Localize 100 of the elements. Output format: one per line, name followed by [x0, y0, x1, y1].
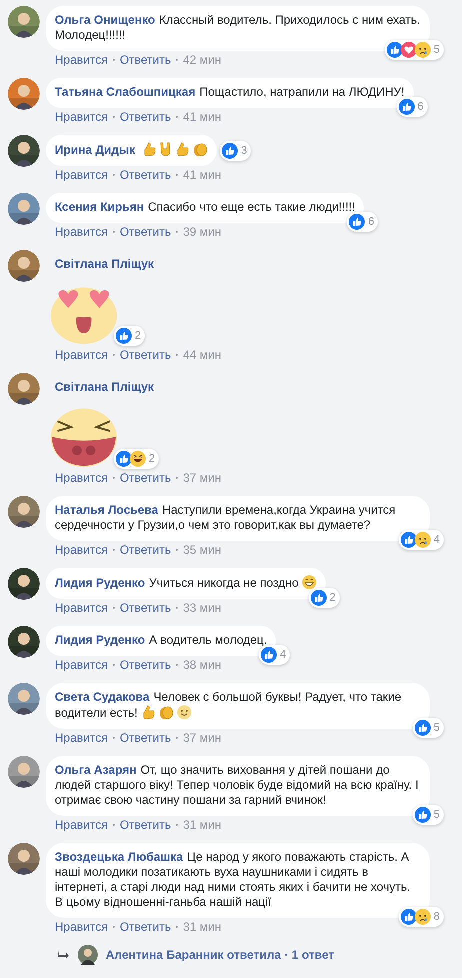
reactions-badge[interactable]: 2 [114, 326, 146, 346]
comment-text: Татьяна Слабошпицкая Пощастило, натрапили на ЛЮДИНУ! [55, 85, 405, 100]
avatar[interactable] [8, 756, 40, 788]
like-icon [386, 42, 403, 58]
author-link[interactable]: Ирина Дидык [55, 143, 136, 157]
like-icon [414, 720, 431, 736]
reply-link[interactable]: Ответить [120, 225, 172, 239]
reactions-badge[interactable]: 5 [412, 718, 444, 738]
avatar[interactable] [8, 78, 40, 110]
reactions-badge[interactable]: 5 [412, 805, 444, 825]
author-link[interactable]: Наталья Лосьева [55, 503, 158, 517]
author-link[interactable]: Світлана Пліщук [55, 380, 154, 395]
author-link[interactable]: Ольга Онищенко [55, 13, 156, 27]
author-link[interactable]: Света Судакова [55, 690, 150, 704]
reply-link[interactable]: Ответить [120, 53, 172, 67]
avatar[interactable] [8, 193, 40, 225]
avatar[interactable] [8, 568, 40, 600]
reply-link[interactable]: Ответить [120, 601, 172, 615]
like-link[interactable]: Нравится [55, 471, 108, 485]
like-link[interactable]: Нравится [55, 110, 108, 124]
timestamp: 37 мин [183, 731, 222, 745]
reaction-count: 4 [280, 649, 286, 661]
like-link[interactable]: Нравится [55, 53, 108, 67]
reaction-count: 2 [330, 592, 336, 604]
reactions-badge[interactable]: 8 [398, 907, 444, 927]
reply-link[interactable]: Ответить [120, 543, 172, 557]
reaction-count: 4 [434, 534, 440, 546]
reply-arrow-icon [58, 950, 70, 960]
avatar[interactable] [8, 626, 40, 658]
like-icon [414, 807, 431, 823]
like-link[interactable]: Нравится [55, 348, 108, 362]
reactions-badge[interactable]: 2 [114, 449, 160, 469]
like-link[interactable]: Нравится [55, 731, 108, 745]
sad-face-icon [414, 909, 431, 925]
avatar[interactable] [8, 135, 40, 167]
timestamp: 41 мин [183, 168, 222, 182]
timestamp: 31 мин [183, 920, 222, 934]
timestamp: 39 мин [183, 225, 222, 239]
comment-text: Ольга Азарян От, що значить виховання у дітей пошани до людей старшого віку! Тепер чоловік буде відомий на всю країну. І отримає свою частину пошани за гарний вчинок! [55, 763, 420, 808]
author-link[interactable]: Звоздецька Любашка [55, 850, 184, 864]
avatar[interactable] [8, 250, 40, 282]
reactions-badge[interactable]: 6 [347, 212, 378, 232]
author-link[interactable]: Ольга Азарян [55, 763, 137, 777]
like-icon [222, 142, 238, 158]
reactions-badge[interactable]: 6 [396, 97, 428, 117]
reaction-count: 2 [135, 330, 142, 342]
reactions-badge[interactable]: 2 [308, 588, 340, 608]
timestamp: 41 мин [183, 110, 222, 124]
laughing-face-icon [130, 451, 146, 467]
reaction-count: 6 [418, 101, 424, 113]
like-icon [310, 590, 327, 606]
like-link[interactable]: Нравится [55, 601, 108, 615]
comment-text: Света Судакова Человек с большой буквы! Радует, что такие водители есть! [55, 690, 403, 721]
avatar[interactable] [78, 945, 98, 965]
reply-link[interactable]: Ответить [120, 110, 172, 124]
reaction-count: 5 [434, 44, 440, 56]
reactions-badge[interactable]: 3 [220, 140, 252, 160]
reactions-badge[interactable]: 4 [398, 530, 444, 550]
avatar[interactable] [8, 683, 40, 715]
reply-link[interactable]: Ответить [120, 471, 172, 485]
author-link[interactable]: Лидия Руденко [55, 576, 146, 590]
like-link[interactable]: Нравится [55, 658, 108, 672]
like-icon [400, 532, 417, 548]
author-link[interactable]: Світлана Пліщук [55, 257, 154, 272]
author-link[interactable]: Татьяна Слабошпицкая [55, 85, 196, 99]
reactions-badge[interactable]: 5 [384, 40, 444, 60]
reply-link[interactable]: Ответить [120, 731, 172, 745]
like-link[interactable]: Нравится [55, 168, 108, 182]
like-link[interactable]: Нравится [55, 920, 108, 934]
like-link[interactable]: Нравится [55, 818, 108, 832]
author-link[interactable]: Ксения Кирьян [55, 200, 144, 214]
timestamp: 37 мин [183, 471, 222, 485]
comment-text: Ксения Кирьян Спасибо что еще есть такие люди!!!!! [55, 200, 356, 215]
timestamp: 38 мин [183, 658, 222, 672]
like-icon [116, 451, 132, 467]
like-link[interactable]: Нравится [55, 225, 108, 239]
avatar[interactable] [8, 373, 40, 405]
laughing-sticker [48, 407, 120, 469]
timestamp: 44 мин [183, 348, 222, 362]
reaction-count: 5 [434, 722, 440, 734]
reply-link[interactable]: Ответить [120, 168, 172, 182]
timestamp: 35 мин [183, 543, 222, 557]
sad-face-icon [414, 532, 431, 548]
author-link[interactable]: Лидия Руденко [55, 633, 146, 647]
like-link[interactable]: Нравится [55, 543, 108, 557]
reaction-count: 6 [368, 216, 374, 228]
avatar[interactable] [8, 843, 40, 875]
avatar[interactable] [8, 496, 40, 528]
reply-link[interactable]: Ответить [120, 920, 172, 934]
reply-link[interactable]: Ответить [120, 658, 172, 672]
avatar[interactable] [8, 6, 40, 38]
like-icon [261, 647, 278, 663]
reply-link[interactable]: Ответить [120, 818, 172, 832]
thumbs-up-icon [142, 142, 156, 157]
replies-link[interactable]: Алентина Баранник ответила · 1 ответ [106, 948, 334, 962]
reply-link[interactable]: Ответить [120, 348, 172, 362]
like-icon [116, 328, 132, 344]
thumbs-up-icon [175, 142, 190, 157]
comment-text: Звоздецька Любашка Це народ у якого поважають старість. А наші молодики позатикають вуха наушниками і сидять в інтернеті, а старі люди над ними стоять яких і бачити не хочуть. В цьому відношенні-ганьба нашій нації [55, 850, 412, 910]
reactions-badge[interactable]: 4 [259, 645, 290, 665]
